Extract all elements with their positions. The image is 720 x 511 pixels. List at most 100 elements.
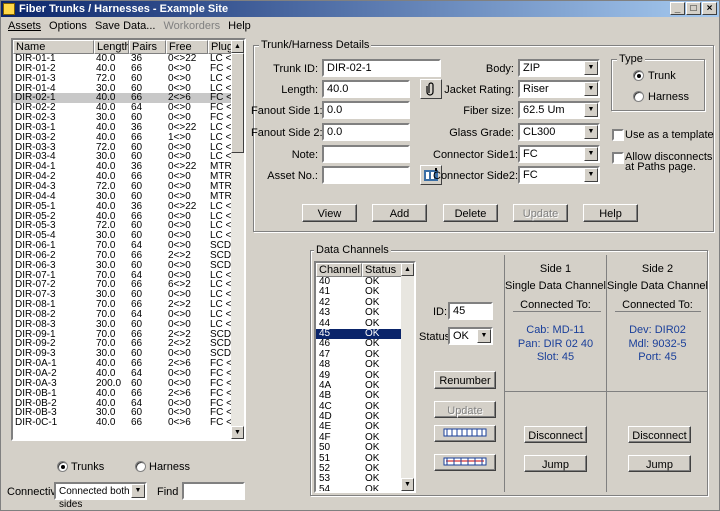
jacket-select[interactable]: Riser ▼ [518,80,600,98]
table-row[interactable]: DIR-05-3 72.0 60 0<>0 LC < [13,221,233,231]
table-row[interactable]: DIR-09-2 70.0 66 2<>2 SCDC [13,339,233,349]
find-input[interactable] [182,482,245,500]
close-button[interactable]: × [702,2,717,15]
fiber-select[interactable]: 62.5 Um ▼ [518,101,600,119]
scroll-up-button[interactable]: ▲ [231,40,244,53]
chevron-down-icon[interactable]: ▼ [477,329,491,343]
menu-options[interactable]: Options [46,17,92,35]
scroll-thumb[interactable] [231,53,244,153]
list-item[interactable]: 43 OK [316,307,402,318]
table-row[interactable]: DIR-09-3 30.0 60 0<>0 SCDC [13,349,233,359]
column-header-pairs[interactable]: Pairs [129,40,166,54]
connector1-select[interactable]: FC ▼ [518,145,600,163]
column-header-plugs[interactable]: Plugs [208,40,233,54]
table-row[interactable]: DIR-09-1 70.0 66 2<>2 SCDC [13,330,233,340]
template-checkbox[interactable] [612,129,624,141]
connector2-select[interactable]: FC ▼ [518,166,600,184]
harness-radio[interactable] [135,461,146,472]
table-row[interactable]: DIR-0A-3 200.0 60 0<>0 FC < [13,379,233,389]
table-row[interactable]: DIR-03-4 30.0 60 0<>0 LC < [13,152,233,162]
table-row[interactable]: DIR-01-2 40.0 66 0<>0 FC < [13,64,233,74]
table-row[interactable]: DIR-0A-1 40.0 66 2<>6 FC < [13,359,233,369]
table-row[interactable]: DIR-08-1 70.0 66 2<>2 LC < [13,300,233,310]
trunk-id-input[interactable]: DIR-02-1 [322,59,441,77]
add-button[interactable]: Add [372,204,427,222]
channel-id-input[interactable]: 45 [448,302,493,320]
table-row[interactable]: DIR-0B-1 40.0 66 2<>6 FC < [13,389,233,399]
list-item[interactable]: 48 OK [316,359,402,370]
table-row[interactable]: DIR-06-3 30.0 60 0<>0 SCDC [13,261,233,271]
table-row[interactable]: DIR-0A-2 40.0 64 0<>0 FC < [13,369,233,379]
help-button[interactable]: Help [583,204,638,222]
renumber-button[interactable]: Renumber [434,371,496,389]
table-row[interactable]: DIR-02-2 40.0 64 0<>0 FC < [13,103,233,113]
column-header-length[interactable]: Length [94,40,129,54]
channel-list-scrollbar[interactable]: ▲ ▼ [401,263,414,491]
table-row[interactable]: DIR-01-1 40.0 36 0<>22 LC < [13,54,233,64]
chevron-down-icon[interactable]: ▼ [584,147,598,161]
glass-select[interactable]: CL300 ▼ [518,123,600,141]
table-row[interactable]: DIR-07-2 70.0 66 6<>2 LC < [13,280,233,290]
table-row[interactable]: DIR-03-3 72.0 60 0<>0 LC < [13,143,233,153]
menu-help[interactable]: Help [225,17,256,35]
allow-disconnects-checkbox[interactable] [612,152,624,164]
channel-list[interactable]: Channel Status 40 OK 41 OK 42 OK 43 OK 44 OK 45 OK 4… [314,261,416,493]
table-row[interactable]: DIR-05-2 40.0 66 0<>0 LC < [13,212,233,222]
type-harness-radio[interactable] [633,91,644,102]
menu-save-data[interactable]: Save Data... [92,17,161,35]
column-header-channel[interactable]: Channel [316,263,362,277]
table-row[interactable]: DIR-04-4 30.0 60 0<>0 MTRJ [13,192,233,202]
connectivity-select[interactable]: Connected both sides ▼ [54,482,147,510]
trunk-list[interactable]: Name Length Pairs Free Plugs DIR-01-1 40.… [11,38,246,441]
fanout2-input[interactable]: 0.0 [322,123,410,141]
column-header-free[interactable]: Free [166,40,208,54]
table-row[interactable]: DIR-06-2 70.0 66 2<>2 SCDC [13,251,233,261]
note-input[interactable] [322,145,410,163]
table-row[interactable]: DIR-03-1 40.0 36 0<>22 LC < [13,123,233,133]
chevron-down-icon[interactable]: ▼ [584,61,598,75]
table-row[interactable]: DIR-04-3 72.0 60 0<>0 MTRJ [13,182,233,192]
table-row[interactable]: DIR-0B-2 40.0 64 0<>0 FC < [13,399,233,409]
connector-cable-icon[interactable] [434,425,496,442]
trunk-list-scrollbar[interactable]: ▲ ▼ [231,40,244,439]
table-row[interactable]: DIR-0B-3 30.0 60 0<>0 FC < [13,408,233,418]
chevron-down-icon[interactable]: ▼ [131,484,145,498]
table-row[interactable]: DIR-04-2 40.0 66 0<>0 MTRJ [13,172,233,182]
view-button[interactable]: View [302,204,357,222]
chevron-down-icon[interactable]: ▼ [584,82,598,96]
table-row[interactable]: DIR-05-1 40.0 36 0<>22 LC < [13,202,233,212]
side2-jump-button[interactable]: Jump [628,455,691,472]
table-row[interactable]: DIR-08-3 30.0 60 0<>0 LC < [13,320,233,330]
column-header-status[interactable]: Status [362,263,402,277]
table-row[interactable]: DIR-01-4 30.0 60 0<>0 LC < [13,84,233,94]
trunks-radio[interactable] [57,461,68,472]
minimize-button[interactable]: _ [670,2,685,15]
asset-input[interactable] [322,166,410,184]
scroll-up-button[interactable]: ▲ [401,263,414,276]
type-trunk-radio[interactable] [633,70,644,81]
table-row[interactable]: DIR-04-1 40.0 36 0<>22 MTRJ [13,162,233,172]
length-input[interactable]: 40.0 [322,80,410,98]
table-row[interactable]: DIR-07-1 70.0 64 0<>0 LC < [13,271,233,281]
side2-disconnect-button[interactable]: Disconnect [628,426,691,443]
table-row[interactable]: DIR-02-1 40.0 66 2<>6 FC < [13,93,233,104]
scroll-down-button[interactable]: ▼ [231,426,244,439]
scroll-down-button[interactable]: ▼ [401,478,414,491]
maximize-button[interactable]: □ [686,2,701,15]
table-row[interactable]: DIR-06-1 70.0 64 0<>0 SCDC [13,241,233,251]
paperclip-icon[interactable] [420,79,442,99]
column-header-name[interactable]: Name [13,40,94,54]
channel-status-select[interactable]: OK ▼ [448,327,493,345]
table-row[interactable]: DIR-02-3 30.0 60 0<>0 FC < [13,113,233,123]
chevron-down-icon[interactable]: ▼ [584,168,598,182]
list-item[interactable]: 54 OK [316,484,402,491]
table-row[interactable]: DIR-0C-1 40.0 66 0<>6 FC < [13,418,233,428]
table-row[interactable]: DIR-01-3 72.0 60 0<>0 LC < [13,74,233,84]
harness-cable-icon[interactable] [434,454,496,471]
table-row[interactable]: DIR-07-3 30.0 60 0<>0 LC < [13,290,233,300]
chevron-down-icon[interactable]: ▼ [584,103,598,117]
delete-button[interactable]: Delete [443,204,498,222]
table-row[interactable]: DIR-05-4 30.0 60 0<>0 LC < [13,231,233,241]
side1-jump-button[interactable]: Jump [524,455,587,472]
menu-assets[interactable]: Assets [5,17,46,35]
